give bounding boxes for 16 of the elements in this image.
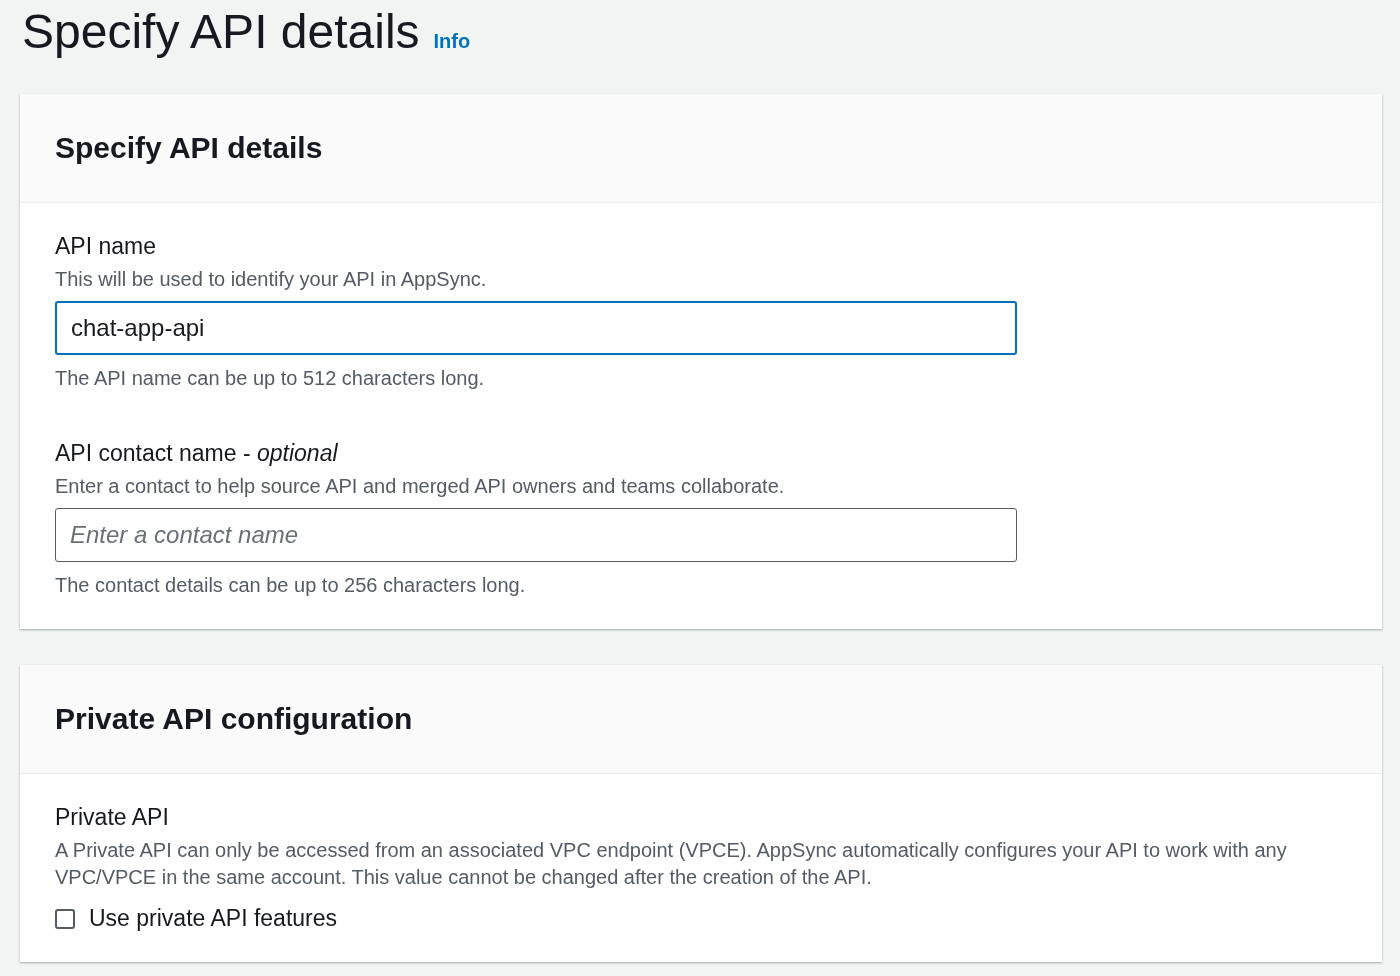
field-description: Enter a contact to help source API and merged API owners and teams collaborate.	[55, 474, 786, 499]
section-title: Specify API details	[55, 131, 323, 165]
field-label: API contact name - optional	[55, 440, 339, 467]
field-description: A Private API can only be accessed from an associated VPC endpoint (VPCE). AppSync automatically configures your API to work with any VPC/VPCE in the same account. This value cannot be changed after the creation of the API.	[55, 838, 1288, 890]
input-field[interactable]: Enter a contact name	[55, 508, 1017, 562]
field-label: API name	[55, 233, 157, 260]
input-field[interactable]: chat-app-api	[55, 301, 1017, 355]
field-label: Private API	[55, 804, 170, 831]
info-link[interactable]: Info	[433, 30, 471, 53]
page-title: Specify API details	[22, 4, 420, 59]
constraint-text: The API name can be up to 512 characters long.	[55, 366, 486, 391]
constraint-text: The contact details can be up to 256 characters long.	[55, 573, 527, 598]
field-description: This will be used to identify your API in AppSync.	[55, 267, 488, 292]
checkbox-label: Use private API features	[89, 905, 337, 932]
checkbox[interactable]	[55, 908, 75, 929]
section-title: Private API configuration	[55, 702, 413, 736]
